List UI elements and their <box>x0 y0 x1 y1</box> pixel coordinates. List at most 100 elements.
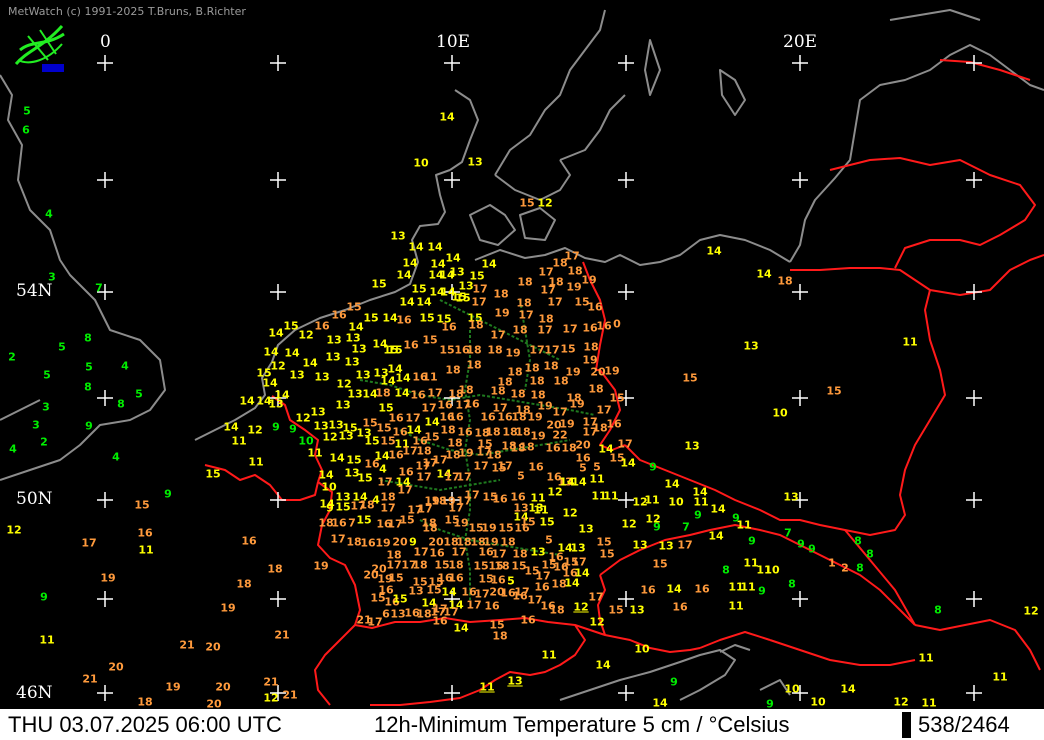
station-value: 19 <box>527 410 543 424</box>
station-value: 8 <box>117 397 125 411</box>
station-value: 15 <box>473 559 489 573</box>
station-value: 15 <box>609 391 625 405</box>
station-value: 5 <box>593 460 601 474</box>
station-value: 19 <box>165 680 181 694</box>
station-value: 18 <box>543 359 559 373</box>
station-value: 11 <box>902 335 918 349</box>
station-value: 5 <box>85 360 93 374</box>
footer-datetime: THU 03.07.2025 06:00 UTC <box>8 712 282 737</box>
station-value: 18 <box>466 343 482 357</box>
station-value: 2 <box>40 435 48 449</box>
station-value: 16 <box>429 546 445 560</box>
station-value: 18 <box>422 521 438 535</box>
station-value: 18 <box>524 361 540 375</box>
copyright-text: MetWatch (c) 1991-2025 T.Bruns, B.Richte… <box>8 5 246 18</box>
station-value: 17 <box>617 437 633 451</box>
station-value: 16 <box>331 308 347 322</box>
station-value: 13 <box>390 229 406 243</box>
station-value: 15 <box>364 434 380 448</box>
station-value: 14 <box>439 110 455 124</box>
station-value: 16 <box>484 599 500 613</box>
station-value: 5 <box>579 461 587 475</box>
station-value: 17 <box>544 343 560 357</box>
station-value: 18 <box>493 287 509 301</box>
station-value: 11 <box>736 518 752 532</box>
station-value: 18 <box>412 558 428 572</box>
station-value: 12 <box>263 691 279 705</box>
station-value: 12 <box>6 523 22 537</box>
station-value: 12 <box>270 359 286 373</box>
station-value: 18 <box>515 425 531 439</box>
station-value: 11 <box>918 651 934 665</box>
station-value: 10 <box>784 682 800 696</box>
station-value: 15 <box>383 343 399 357</box>
station-value: 12 <box>621 517 637 531</box>
station-value: 18 <box>440 423 456 437</box>
station-value: 16 <box>520 613 536 627</box>
station-value: 12 <box>573 600 589 614</box>
station-value: 1 <box>828 556 836 570</box>
station-value: 12 <box>893 695 909 709</box>
station-value: 9 <box>758 584 766 598</box>
footer-bar: THU 03.07.2025 06:00 UTC 12h-Minimum Tem… <box>0 708 1044 740</box>
station-value: 21 <box>274 628 290 642</box>
station-value: 13 <box>629 603 645 617</box>
station-value: 5 <box>517 469 525 483</box>
station-value: 21 <box>82 672 98 686</box>
station-value: 13 <box>783 490 799 504</box>
station-value: 17 <box>552 405 568 419</box>
station-value: 15 <box>205 467 221 481</box>
station-value: 18 <box>510 387 526 401</box>
station-value: 13 <box>351 342 367 356</box>
station-value: 14 <box>453 621 469 635</box>
station-value: 11 <box>728 599 744 613</box>
station-value: 14 <box>416 295 432 309</box>
station-value: 9 <box>326 501 334 515</box>
station-value: 15 <box>422 333 438 347</box>
station-value: 15 <box>439 343 455 357</box>
station-value: 18 <box>445 363 461 377</box>
station-value: 17 <box>416 470 432 484</box>
station-value: 14 <box>396 268 412 282</box>
station-value: 19 <box>494 306 510 320</box>
station-value: 17 <box>413 545 429 559</box>
station-value: 13 <box>289 368 305 382</box>
station-value: 17 <box>540 283 556 297</box>
station-value: 10 <box>772 406 788 420</box>
station-value: 11 <box>533 503 549 517</box>
station-value: 6 <box>22 123 30 137</box>
station-value: 15 <box>388 571 404 585</box>
station-value: 14 <box>382 311 398 325</box>
station-value: 14 <box>666 582 682 596</box>
station-value: 9 <box>40 590 48 604</box>
station-value: 14 <box>399 295 415 309</box>
station-value: 19 <box>604 364 620 378</box>
station-value: 17 <box>81 536 97 550</box>
station-value: 13 <box>684 439 700 453</box>
station-value: 4 <box>9 442 17 456</box>
station-value: 18 <box>492 629 508 643</box>
station-value: 13 <box>310 405 326 419</box>
station-value: 16 <box>314 319 330 333</box>
station-value: 15 <box>599 547 615 561</box>
station-value: 15 <box>539 515 555 529</box>
station-value: 15 <box>346 300 362 314</box>
station-value: 17 <box>472 282 488 296</box>
lon-label-20e: 20E <box>783 32 818 52</box>
station-value: 14 <box>302 356 318 370</box>
station-value: 20 <box>205 640 221 654</box>
station-value: 16 <box>492 492 508 506</box>
station-value: 17 <box>456 470 472 484</box>
station-value: 18 <box>466 358 482 372</box>
station-value: 15 <box>419 311 435 325</box>
station-value: 15 <box>652 557 668 571</box>
station-value: 3 <box>42 400 50 414</box>
station-value: 17 <box>677 538 693 552</box>
station-value: 16 <box>410 388 426 402</box>
station-value: 14 <box>284 346 300 360</box>
station-value: 15 <box>356 513 372 527</box>
station-value: 17 <box>491 547 507 561</box>
station-value: 19 <box>505 346 521 360</box>
station-value: 13 <box>338 429 354 443</box>
station-value: 14 <box>708 529 724 543</box>
